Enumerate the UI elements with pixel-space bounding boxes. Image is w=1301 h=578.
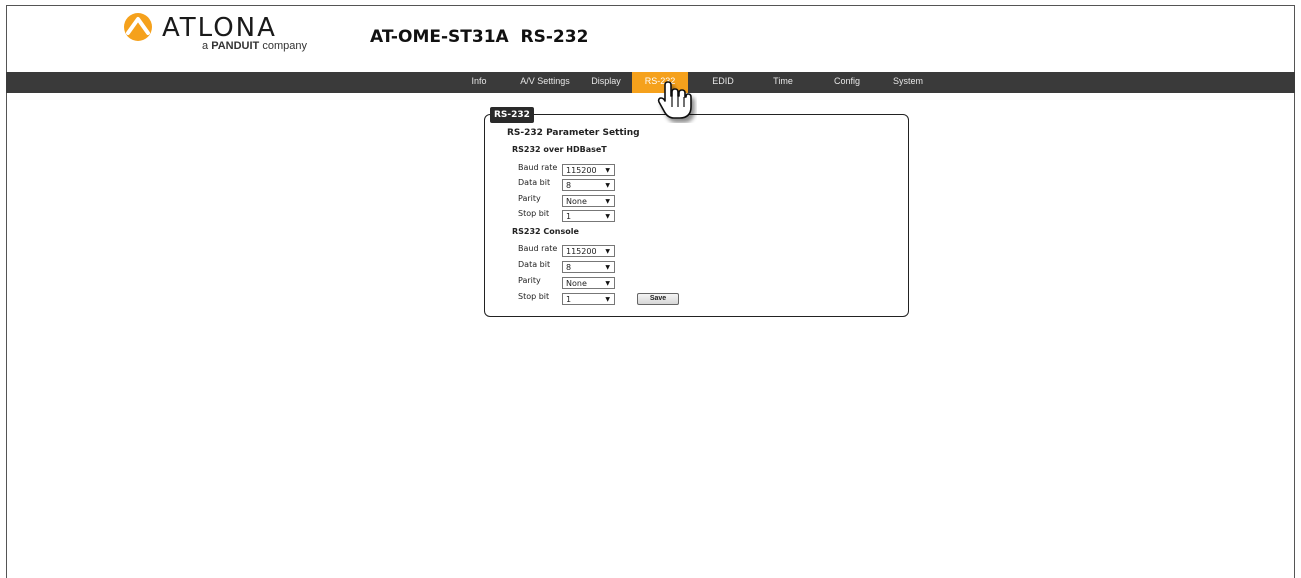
page-title: AT-OME-ST31A RS-232 <box>370 27 589 47</box>
console-stop-bit-label: Stop bit <box>518 292 550 301</box>
console-baud-rate-select[interactable]: 115200 ▼ <box>562 245 615 257</box>
nav-edid[interactable]: EDID <box>709 72 737 93</box>
nav-config[interactable]: Config <box>830 72 864 93</box>
hdbaset-stop-bit-select[interactable]: 1 ▼ <box>562 210 615 222</box>
console-baud-rate-value: 115200 <box>566 247 597 256</box>
console-section-title: RS232 Console <box>512 227 579 236</box>
caret-down-icon: ▼ <box>605 213 610 220</box>
console-parity-label: Parity <box>518 276 541 285</box>
hdbaset-section-title: RS232 over HDBaseT <box>512 145 607 154</box>
hdbaset-baud-rate-label: Baud rate <box>518 163 558 172</box>
atlona-logo-icon <box>124 13 152 41</box>
console-data-bit-value: 8 <box>566 263 572 272</box>
hdbaset-data-bit-select[interactable]: 8 ▼ <box>562 179 615 191</box>
nav-display[interactable]: Display <box>586 72 626 93</box>
hdbaset-data-bit-label: Data bit <box>518 178 551 187</box>
console-parity-select[interactable]: None ▼ <box>562 277 615 289</box>
console-stop-bit-value: 1 <box>566 295 572 304</box>
caret-down-icon: ▼ <box>605 264 610 271</box>
caret-down-icon: ▼ <box>605 167 610 174</box>
caret-down-icon: ▼ <box>605 248 610 255</box>
hdbaset-data-bit-value: 8 <box>566 181 572 190</box>
hdbaset-baud-rate-select[interactable]: 115200 ▼ <box>562 164 615 176</box>
console-baud-rate-label: Baud rate <box>518 244 558 253</box>
hdbaset-stop-bit-label: Stop bit <box>518 209 550 218</box>
nav-time[interactable]: Time <box>769 72 797 93</box>
caret-down-icon: ▼ <box>605 280 610 287</box>
brand-logo: ATLONA a PANDUIT company <box>122 9 312 52</box>
hdbaset-stop-bit-value: 1 <box>566 212 572 221</box>
save-button[interactable]: Save <box>637 293 679 305</box>
hdbaset-parity-value: None <box>566 197 587 206</box>
console-data-bit-select[interactable]: 8 ▼ <box>562 261 615 273</box>
hdbaset-parity-select[interactable]: None ▼ <box>562 195 615 207</box>
console-data-bit-label: Data bit <box>518 260 551 269</box>
nav-info[interactable]: Info <box>466 72 492 93</box>
panel-tab-label: RS-232 <box>490 107 534 123</box>
caret-down-icon: ▼ <box>605 182 610 189</box>
console-parity-value: None <box>566 279 587 288</box>
nav-system[interactable]: System <box>890 72 926 93</box>
nav-av-settings[interactable]: A/V Settings <box>516 72 574 93</box>
hdbaset-parity-label: Parity <box>518 194 541 203</box>
hdbaset-baud-rate-value: 115200 <box>566 166 597 175</box>
hand-pointer-icon <box>657 81 692 119</box>
caret-down-icon: ▼ <box>605 198 610 205</box>
console-stop-bit-select[interactable]: 1 ▼ <box>562 293 615 305</box>
brand-subtitle: a PANDUIT company <box>202 40 307 52</box>
main-nav: Info A/V Settings Display RS-232 EDID Ti… <box>6 72 1295 93</box>
panel-heading: RS-232 Parameter Setting <box>507 128 640 138</box>
caret-down-icon: ▼ <box>605 296 610 303</box>
brand-name: ATLONA <box>162 13 277 43</box>
